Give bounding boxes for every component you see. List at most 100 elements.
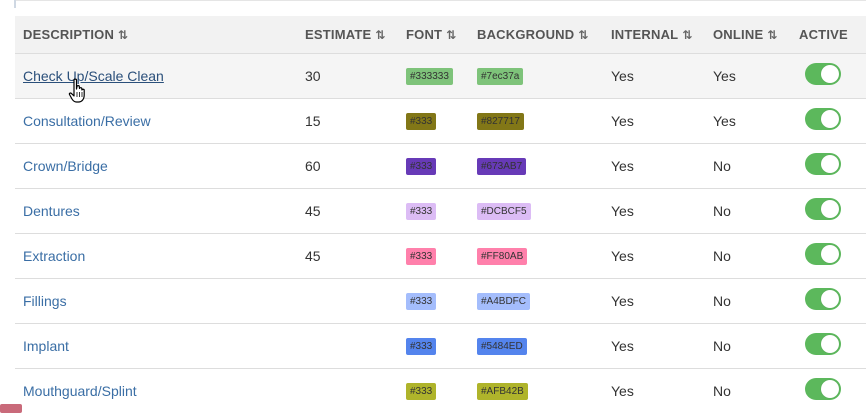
table-row[interactable]: Mouthguard/Splint #333 #AFB42B Yes No xyxy=(15,368,866,413)
cell-online: No xyxy=(705,233,791,279)
cell-estimate: 15 xyxy=(297,98,398,144)
table-row[interactable]: Extraction 45 #333 #FF80AB Yes No xyxy=(15,233,866,279)
active-toggle[interactable] xyxy=(805,198,841,220)
cell-background: #827717 xyxy=(469,98,603,144)
cell-online: No xyxy=(705,368,791,413)
cell-online: No xyxy=(705,143,791,189)
background-color-swatch: #DCBCF5 xyxy=(477,203,531,220)
appointment-types-table: DESCRIPTION ⇅ ESTIMATE ⇅ FONT ⇅ BACKGROUND ⇅… xyxy=(15,16,866,413)
cell-active xyxy=(791,278,866,324)
toggle-knob xyxy=(821,65,839,83)
description-link[interactable]: Mouthguard/Splint xyxy=(23,383,137,399)
cell-active xyxy=(791,143,866,189)
description-link[interactable]: Crown/Bridge xyxy=(23,158,108,174)
background-color-swatch: #FF80AB xyxy=(477,248,528,265)
sort-icon[interactable]: ⇅ xyxy=(118,28,128,42)
cell-active xyxy=(791,98,866,144)
background-color-swatch: #5484ED xyxy=(477,338,527,355)
font-color-swatch: #333 xyxy=(406,248,437,265)
col-header-background[interactable]: BACKGROUND ⇅ xyxy=(469,16,603,54)
cell-active xyxy=(791,233,866,279)
cell-font: #333333 xyxy=(398,53,469,99)
table-row[interactable]: Dentures 45 #333 #DCBCF5 Yes No xyxy=(15,188,866,234)
table-header-row: DESCRIPTION ⇅ ESTIMATE ⇅ FONT ⇅ BACKGROUND ⇅… xyxy=(15,16,866,54)
cell-font: #333 xyxy=(398,278,469,324)
col-header-internal[interactable]: INTERNAL ⇅ xyxy=(603,16,705,54)
col-header-estimate[interactable]: ESTIMATE ⇅ xyxy=(297,16,398,54)
cell-description: Implant xyxy=(15,323,297,369)
table-row[interactable]: Check Up/Scale Clean 30 #333333 #7ec37a Yes Y… xyxy=(15,53,866,99)
font-color-swatch: #333 xyxy=(406,203,437,220)
cell-active xyxy=(791,53,866,99)
cell-font: #333 xyxy=(398,188,469,234)
toggle-knob xyxy=(821,110,839,128)
cell-estimate xyxy=(297,278,398,324)
cell-estimate xyxy=(297,323,398,369)
active-toggle[interactable] xyxy=(805,288,841,310)
active-toggle[interactable] xyxy=(805,378,841,400)
cell-estimate: 30 xyxy=(297,53,398,99)
col-header-active: ACTIVE xyxy=(791,16,866,54)
cell-background: #A4BDFC xyxy=(469,278,603,324)
cell-online: Yes xyxy=(705,53,791,99)
cell-font: #333 xyxy=(398,368,469,413)
font-color-swatch: #333 xyxy=(406,113,437,130)
cell-description: Fillings xyxy=(15,278,297,324)
background-color-swatch: #673AB7 xyxy=(477,158,527,175)
background-color-swatch: #7ec37a xyxy=(477,68,524,85)
sort-icon[interactable]: ⇅ xyxy=(446,28,456,42)
toggle-knob xyxy=(821,335,839,353)
col-header-font[interactable]: FONT ⇅ xyxy=(398,16,469,54)
font-color-swatch: #333333 xyxy=(406,68,453,85)
cell-estimate xyxy=(297,368,398,413)
description-link[interactable]: Consultation/Review xyxy=(23,113,151,129)
hand-pointer-icon xyxy=(68,78,85,103)
toggle-knob xyxy=(821,245,839,263)
table-row[interactable]: Crown/Bridge 60 #333 #673AB7 Yes No xyxy=(15,143,866,189)
cell-internal: Yes xyxy=(603,278,705,324)
cell-active xyxy=(791,368,866,413)
active-toggle[interactable] xyxy=(805,243,841,265)
description-link[interactable]: Implant xyxy=(23,338,69,354)
cell-internal: Yes xyxy=(603,98,705,144)
cell-online: No xyxy=(705,278,791,324)
background-color-swatch: #827717 xyxy=(477,113,524,130)
description-link[interactable]: Dentures xyxy=(23,203,80,219)
active-toggle[interactable] xyxy=(805,63,841,85)
sort-icon[interactable]: ⇅ xyxy=(578,28,588,42)
toggle-knob xyxy=(821,155,839,173)
font-color-swatch: #333 xyxy=(406,383,437,400)
sort-icon[interactable]: ⇅ xyxy=(767,28,777,42)
active-toggle[interactable] xyxy=(805,108,841,130)
font-color-swatch: #333 xyxy=(406,338,437,355)
cell-background: #673AB7 xyxy=(469,143,603,189)
description-link[interactable]: Extraction xyxy=(23,248,85,264)
corner-badge xyxy=(0,404,22,413)
table-row[interactable]: Consultation/Review 15 #333 #827717 Yes Yes xyxy=(15,98,866,144)
active-toggle[interactable] xyxy=(805,333,841,355)
cell-estimate: 45 xyxy=(297,233,398,279)
table-row[interactable]: Fillings #333 #A4BDFC Yes No xyxy=(15,278,866,324)
cell-internal: Yes xyxy=(603,188,705,234)
cell-background: #DCBCF5 xyxy=(469,188,603,234)
description-link[interactable]: Check Up/Scale Clean xyxy=(23,68,164,84)
cell-font: #333 xyxy=(398,143,469,189)
table-row[interactable]: Implant #333 #5484ED Yes No xyxy=(15,323,866,369)
col-header-online[interactable]: ONLINE ⇅ xyxy=(705,16,791,54)
cell-background: #FF80AB xyxy=(469,233,603,279)
toggle-knob xyxy=(821,380,839,398)
sort-icon[interactable]: ⇅ xyxy=(375,28,385,42)
cell-background: #AFB42B xyxy=(469,368,603,413)
cell-active xyxy=(791,323,866,369)
col-header-description[interactable]: DESCRIPTION ⇅ xyxy=(15,16,297,54)
active-toggle[interactable] xyxy=(805,153,841,175)
cell-internal: Yes xyxy=(603,143,705,189)
sort-icon[interactable]: ⇅ xyxy=(682,28,692,42)
cell-background: #5484ED xyxy=(469,323,603,369)
description-link[interactable]: Fillings xyxy=(23,293,67,309)
cell-estimate: 45 xyxy=(297,188,398,234)
toggle-knob xyxy=(821,290,839,308)
background-color-swatch: #A4BDFC xyxy=(477,293,531,310)
cell-online: No xyxy=(705,188,791,234)
cell-estimate: 60 xyxy=(297,143,398,189)
